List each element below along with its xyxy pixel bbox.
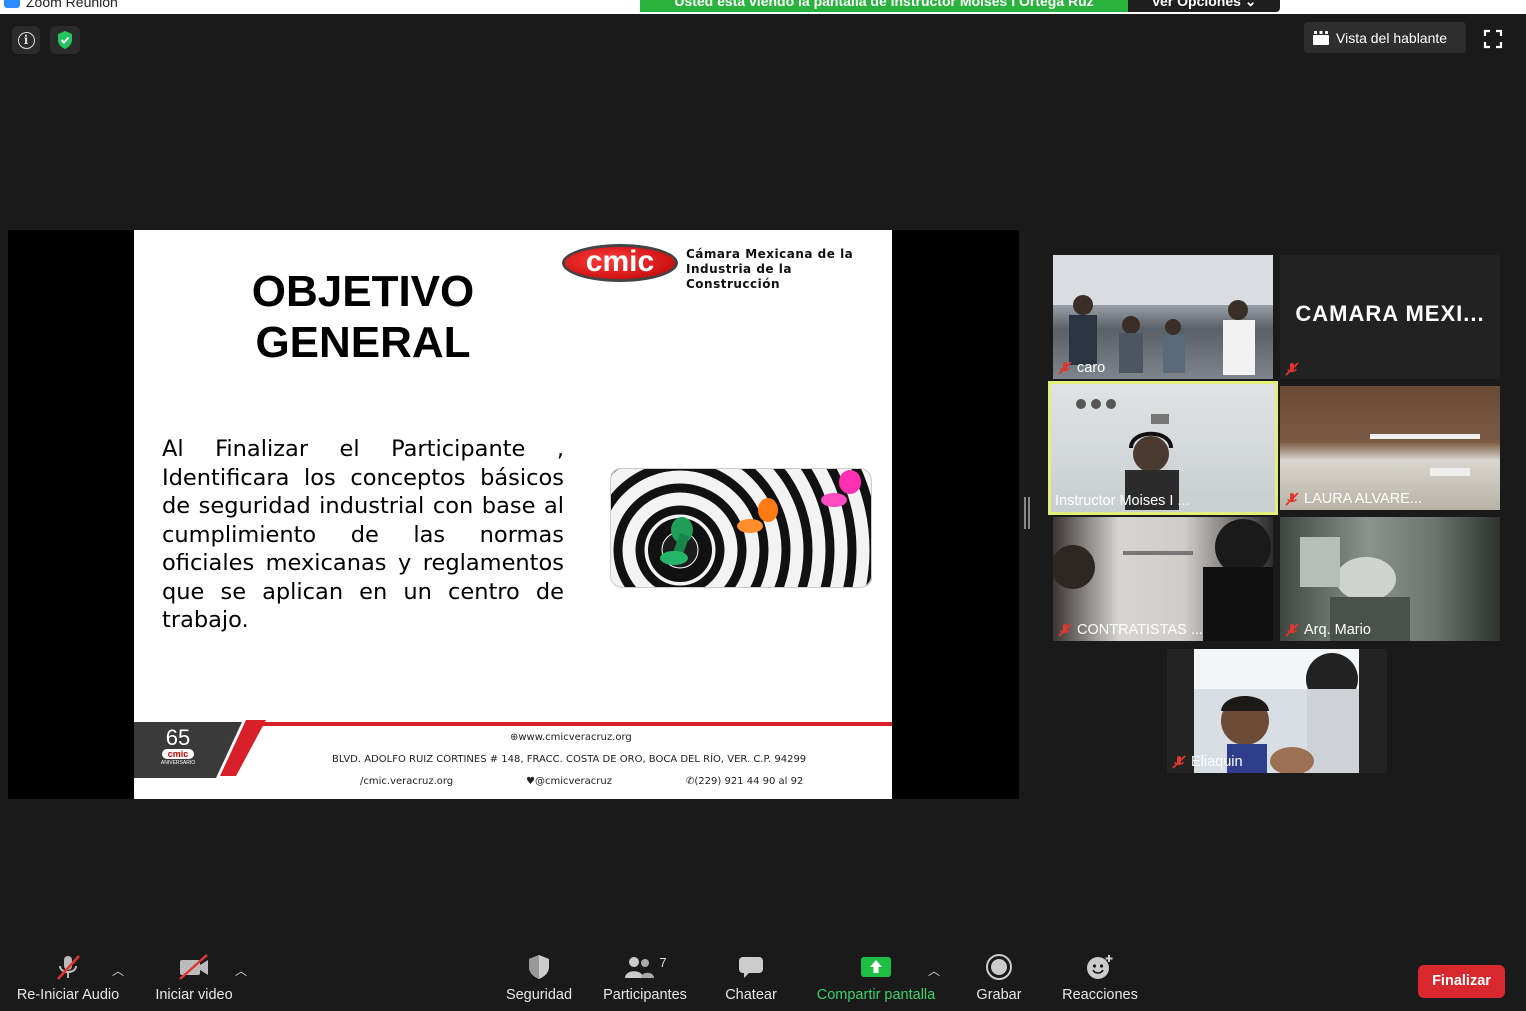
participants-icon [625, 957, 655, 978]
share-screen-button[interactable]: Compartir pantalla [806, 950, 946, 1011]
participant-tile-caro[interactable]: caro [1053, 255, 1273, 379]
participants-label: Participantes [603, 987, 687, 1003]
mic-muted-icon [1285, 623, 1299, 637]
participant-name: Eliaquin [1191, 754, 1243, 770]
cmic-name-line2: Industria de la Construcción [686, 262, 792, 291]
footer-website: ⊕www.cmicveracruz.org [510, 732, 632, 743]
video-label: Iniciar video [155, 987, 233, 1003]
participant-name-instructor: Instructor Moises I ... [1055, 492, 1190, 510]
record-label: Grabar [976, 987, 1022, 1003]
view-options-button[interactable]: Ver Opciones ⌄ [1128, 0, 1280, 12]
video-button[interactable]: Iniciar video [146, 950, 242, 1011]
share-screen-icon [861, 957, 891, 977]
footer-address: BLVD. ADOLFO RUIZ CORTINES # 148, FRACC.… [332, 754, 807, 765]
encryption-shield-button[interactable] [50, 26, 80, 54]
chat-bubble-icon [739, 957, 763, 978]
panel-resize-handle[interactable] [1024, 497, 1030, 529]
footer-red-line [254, 722, 892, 726]
zoom-meeting-window: Zoom Reunión Usted está viendo la pantal… [0, 0, 1526, 1011]
participant-name-arq-mario: Arq. Mario [1284, 621, 1371, 639]
speaker-view-icon [1313, 30, 1329, 45]
presentation-slide: OBJETIVO GENERAL cmic Cámara Mexicana de… [134, 230, 892, 799]
twitter-icon: ♥ [526, 776, 535, 787]
share-options-caret[interactable]: ︿ [928, 962, 940, 979]
slide-title: OBJETIVO GENERAL [198, 266, 528, 368]
audio-options-caret[interactable]: ︿ [112, 962, 124, 979]
participant-name: Arq. Mario [1304, 622, 1371, 638]
window-title: Zoom Reunión [26, 0, 118, 10]
anniversary-badge: 65 cmic ANIVERSARIO [156, 725, 200, 770]
anniversary-number: 65 [165, 725, 191, 750]
audio-button[interactable]: Re-Iniciar Audio [6, 950, 130, 1011]
target-pushpins-image [610, 468, 872, 588]
participant-tile-laura[interactable]: LAURA ALVARE... [1280, 386, 1500, 510]
footer-phone: ✆(229) 921 44 90 al 92 [686, 776, 803, 787]
participant-name: caro [1077, 360, 1106, 376]
participant-name: LAURA ALVARE... [1304, 491, 1422, 507]
fullscreen-icon [1483, 29, 1503, 49]
participant-name: Instructor Moises I ... [1055, 493, 1190, 509]
participant-name-laura: LAURA ALVARE... [1284, 490, 1422, 508]
participant-name-eliaquin: Eliaquin [1171, 753, 1243, 771]
footer-phone-number: (229) 921 44 90 al 92 [694, 776, 804, 787]
mic-muted-icon [1285, 362, 1299, 376]
speaker-view-button[interactable]: Vista del hablante [1304, 22, 1466, 53]
participant-name-caro: caro [1057, 359, 1105, 377]
zoom-app-icon [4, 0, 20, 8]
footer-twitter: ♥@cmicveracruz [526, 776, 612, 787]
slide-body-text: Al Finalizar el Participante , Identific… [162, 436, 564, 633]
slide-title-line1: OBJETIVO [251, 267, 475, 316]
screen-share-banner: Usted está viendo la pantalla de Instruc… [640, 0, 1128, 12]
chat-label: Chatear [725, 987, 777, 1003]
security-button[interactable]: Seguridad [499, 950, 579, 1011]
video-off-icon [179, 954, 208, 980]
mic-muted-icon [1058, 623, 1072, 637]
mic-muted-icon [1172, 755, 1186, 769]
participant-name-placeholder: CAMARA MEXI... [1295, 301, 1485, 326]
participant-tile-camara[interactable]: CAMARA MEXI... [1280, 255, 1500, 379]
cmic-logo: cmic Cámara Mexicana de la Industria de … [562, 244, 872, 291]
chat-button[interactable]: Chatear [716, 950, 786, 1011]
mic-muted-icon [57, 955, 80, 980]
shield-check-icon [58, 31, 72, 49]
participant-name-camara [1284, 361, 1300, 377]
participant-tile-instructor[interactable]: Instructor Moises I ... [1048, 381, 1278, 515]
fullscreen-button[interactable] [1480, 26, 1506, 52]
participant-name: CONTRATISTAS ... [1077, 622, 1203, 638]
reactions-label: Reacciones [1062, 987, 1138, 1003]
reactions-smiley-icon [1087, 955, 1113, 979]
reactions-button[interactable]: Reacciones [1056, 950, 1144, 1011]
security-label: Seguridad [505, 987, 573, 1003]
participant-tile-contratistas[interactable]: CONTRATISTAS ... [1053, 517, 1273, 641]
footer-twitter-handle: @cmicveracruz [534, 776, 612, 787]
slide-title-line2: GENERAL [255, 318, 471, 367]
audio-label: Re-Iniciar Audio [16, 987, 120, 1003]
cmic-logo-name: Cámara Mexicana de la Industria de la Co… [686, 247, 872, 292]
anniversary-cmic: cmic [162, 749, 194, 759]
anniversary-label: ANIVERSARIO [160, 760, 196, 766]
cmic-name-line1: Cámara Mexicana de la [686, 247, 854, 261]
record-icon [986, 954, 1012, 980]
participants-count: 7 [659, 954, 667, 970]
footer-facebook: /cmic.veracruz.org [360, 776, 454, 787]
video-options-caret[interactable]: ︿ [235, 962, 247, 979]
title-bar: Zoom Reunión Usted está viendo la pantal… [0, 0, 1526, 14]
participant-name-contratistas: CONTRATISTAS ... [1057, 621, 1203, 639]
info-icon: i [17, 31, 35, 49]
end-meeting-button[interactable]: Finalizar [1418, 965, 1505, 998]
participants-button[interactable]: 7 Participantes [596, 950, 694, 1011]
security-shield-icon [529, 955, 549, 979]
mic-muted-icon [1058, 361, 1072, 375]
participant-tile-arq-mario[interactable]: Arq. Mario [1280, 517, 1500, 641]
mic-muted-icon [1285, 492, 1299, 506]
shared-screen: OBJETIVO GENERAL cmic Cámara Mexicana de… [8, 230, 1019, 799]
meeting-toolbar: Re-Iniciar Audio ︿ Iniciar video ︿ Segur… [0, 950, 1526, 1011]
share-screen-label: Compartir pantalla [816, 987, 936, 1003]
record-button[interactable]: Grabar [968, 950, 1030, 1011]
meeting-info-button[interactable]: i [12, 26, 40, 54]
participant-tile-eliaquin[interactable]: Eliaquin [1167, 649, 1387, 773]
cmic-logo-word: cmic [585, 245, 655, 278]
speaker-view-label: Vista del hablante [1336, 29, 1448, 46]
